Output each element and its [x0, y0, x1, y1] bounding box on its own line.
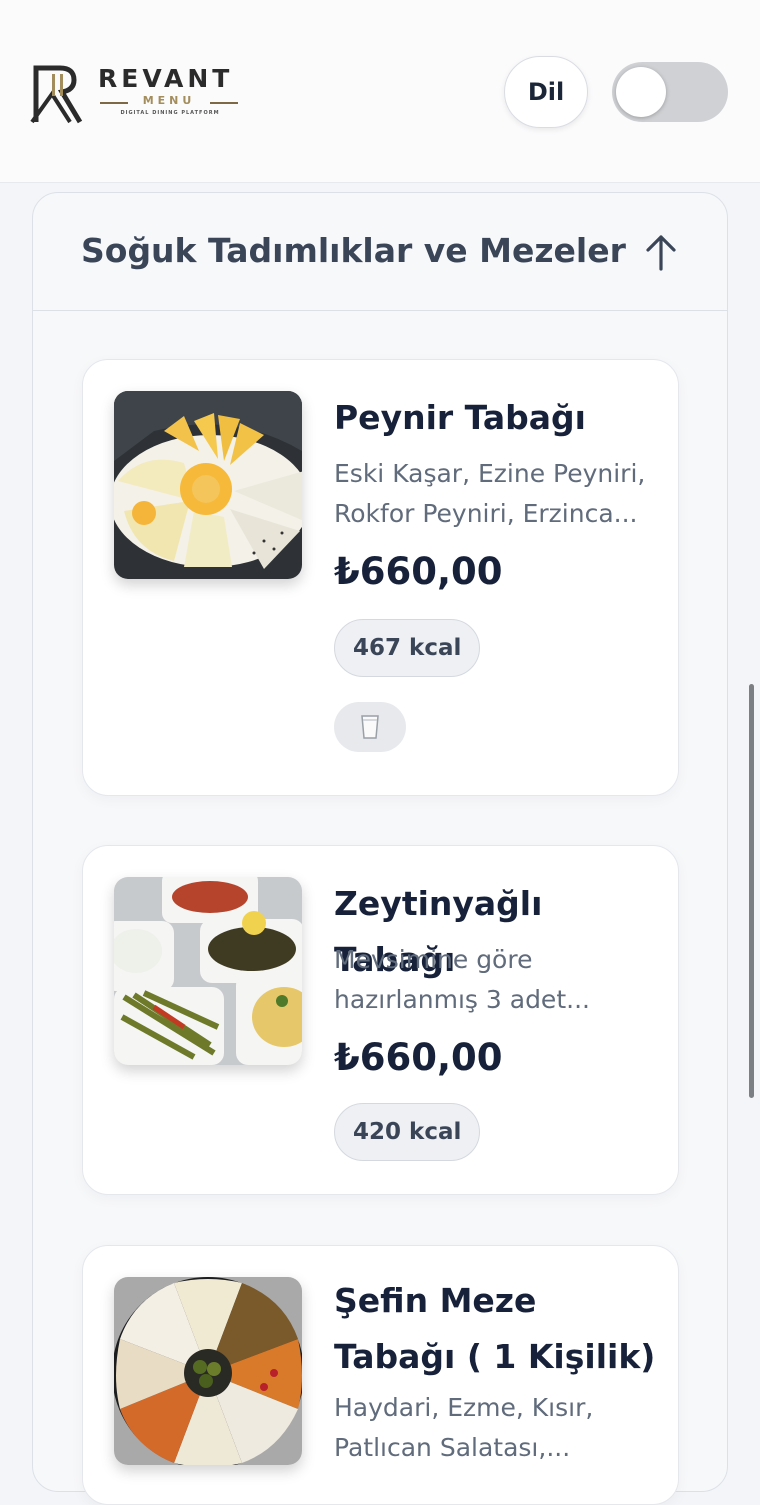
- milk-glass-icon: [361, 715, 379, 739]
- arrow-up-icon[interactable]: [639, 231, 683, 275]
- theme-toggle[interactable]: [612, 62, 728, 122]
- item-photo-chef-meze-plate: [114, 1277, 302, 1465]
- kcal-badge: 420 kcal: [334, 1103, 481, 1161]
- menu-item-card[interactable]: Şefin Meze Tabağı ( 1 Kişilik) Haydari, …: [82, 1245, 679, 1505]
- language-button[interactable]: Dil: [504, 56, 588, 128]
- brand-subtitle: MENU: [142, 94, 196, 107]
- top-bar: REVANT MENU DIGITAL DINING PLATFORM Dil: [0, 0, 760, 183]
- allergen-badge: [334, 702, 406, 752]
- brand-name: REVANT: [98, 64, 234, 93]
- item-description: Mevsimine göre hazırlanmış 3 adet...: [334, 945, 590, 1014]
- scrollbar-thumb[interactable]: [749, 684, 754, 1098]
- item-name: Şefin Meze Tabağı ( 1 Kişilik): [334, 1281, 656, 1376]
- menu-item-card[interactable]: Peynir Tabağı Eski Kaşar, Ezine Peyniri,…: [82, 359, 679, 796]
- toggle-knob: [616, 67, 666, 117]
- item-price: ₺660,00: [334, 550, 503, 593]
- brand-logo[interactable]: REVANT MENU DIGITAL DINING PLATFORM: [30, 60, 240, 126]
- item-price: ₺660,00: [334, 1036, 503, 1079]
- item-photo-cheese-plate: [114, 391, 302, 579]
- item-name: Peynir Tabağı: [334, 398, 586, 437]
- menu-item-card[interactable]: Zeytinyağlı Tabağı Mevsimine göre hazırl…: [82, 845, 679, 1195]
- logo-mark-icon: [30, 65, 83, 124]
- category-header[interactable]: Soğuk Tadımlıklar ve Mezeler: [33, 193, 727, 311]
- item-description: Haydari, Ezme, Kısır, Patlıcan Salatası,…: [334, 1393, 594, 1462]
- brand-tagline: DIGITAL DINING PLATFORM: [120, 110, 220, 116]
- item-description: Eski Kaşar, Ezine Peyniri, Rokfor Peynir…: [334, 459, 646, 528]
- kcal-badge: 467 kcal: [334, 619, 481, 677]
- item-photo-olive-oil-plate: [114, 877, 302, 1065]
- category-section: Soğuk Tadımlıklar ve Mezeler Peynir Taba…: [32, 192, 728, 1505]
- category-title: Soğuk Tadımlıklar ve Mezeler: [81, 231, 626, 270]
